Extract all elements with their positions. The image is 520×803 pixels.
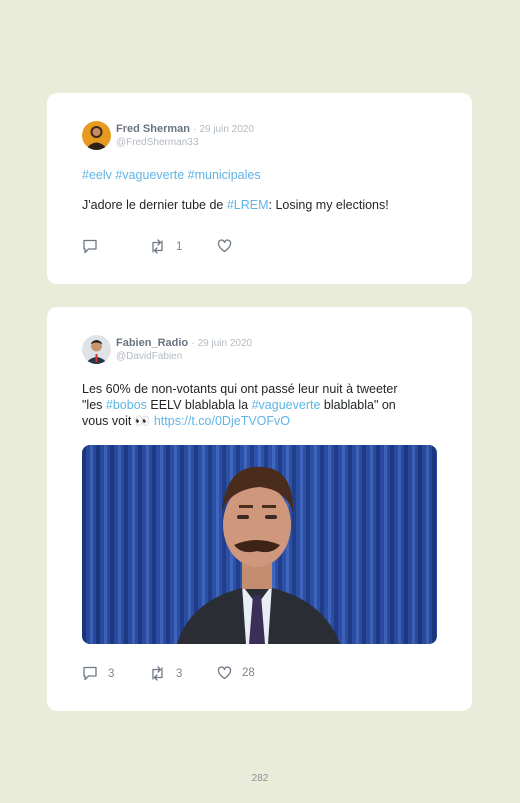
retweet-count: 3 [176, 667, 183, 680]
retweet-count: 1 [176, 240, 183, 253]
reply-button[interactable] [82, 239, 108, 254]
retweet-icon [149, 666, 166, 681]
text-segment: blablabla" on [320, 398, 396, 412]
hashtag-link[interactable]: #LREM [227, 198, 269, 212]
like-button[interactable]: 28 [217, 666, 255, 680]
text-segment: "les [82, 398, 106, 412]
text-segment: : Losing my elections! [268, 198, 389, 212]
user-handle[interactable]: @FredSherman33 [116, 136, 254, 149]
text-line: "les #bobos EELV blablabla la #vaguevert… [82, 397, 442, 413]
tweet-card: Fabien_Radio · 29 juin 2020 @DavidFabien… [47, 307, 472, 711]
heart-icon [217, 239, 232, 253]
like-button[interactable] [217, 239, 242, 253]
tweet-card: Fred Sherman · 29 juin 2020 @FredSherman… [47, 93, 472, 284]
retweet-button[interactable]: 3 [149, 666, 182, 681]
reply-icon [82, 239, 98, 254]
text-segment: EELV blablabla la [146, 398, 252, 412]
reply-count: 3 [108, 667, 115, 680]
separator: · [193, 124, 197, 135]
hashtag-link[interactable]: #bobos [106, 398, 147, 412]
tweet-date[interactable]: 29 juin 2020 [198, 338, 253, 349]
tweet-media-gif[interactable] [82, 445, 437, 644]
media-image [82, 445, 437, 644]
tweet-text: J'adore le dernier tube de #LREM: Losing… [82, 197, 389, 213]
reply-icon [82, 666, 98, 681]
page-number: 282 [251, 773, 269, 784]
heart-icon [217, 666, 232, 680]
hashtag-link[interactable]: #vagueverte [252, 398, 321, 412]
avatar[interactable] [82, 121, 111, 150]
text-line: Les 60% de non-votants qui ont passé leu… [82, 382, 398, 396]
text-segment: vous voit 👀 [82, 414, 154, 428]
hashtags-line: #eelv #vagueverte #municipales [82, 167, 261, 183]
tweet-actions: 3 3 28 [82, 666, 382, 682]
author-block: Fabien_Radio · 29 juin 2020 @DavidFabien [116, 337, 252, 363]
user-handle[interactable]: @DavidFabien [116, 350, 252, 363]
url-link[interactable]: https://t.co/0DjeTVOFvO [154, 414, 290, 428]
avatar[interactable] [82, 335, 111, 364]
hashtag-link[interactable]: #eelv #vagueverte #municipales [82, 168, 261, 182]
tweet-actions: 1 [82, 239, 382, 255]
separator: · [191, 338, 195, 349]
retweet-button[interactable]: 1 [149, 239, 182, 254]
author-block: Fred Sherman · 29 juin 2020 @FredSherman… [116, 123, 254, 149]
retweet-icon [149, 239, 166, 254]
text-line: vous voit 👀 https://t.co/0DjeTVOFvO [82, 413, 442, 429]
tweet-date[interactable]: 29 juin 2020 [199, 124, 254, 135]
tweet-text: Les 60% de non-votants qui ont passé leu… [82, 381, 442, 429]
reply-button[interactable]: 3 [82, 666, 114, 681]
display-name[interactable]: Fabien_Radio [116, 337, 188, 349]
text-segment: J'adore le dernier tube de [82, 198, 227, 212]
like-count: 28 [242, 667, 255, 679]
display-name[interactable]: Fred Sherman [116, 123, 190, 135]
